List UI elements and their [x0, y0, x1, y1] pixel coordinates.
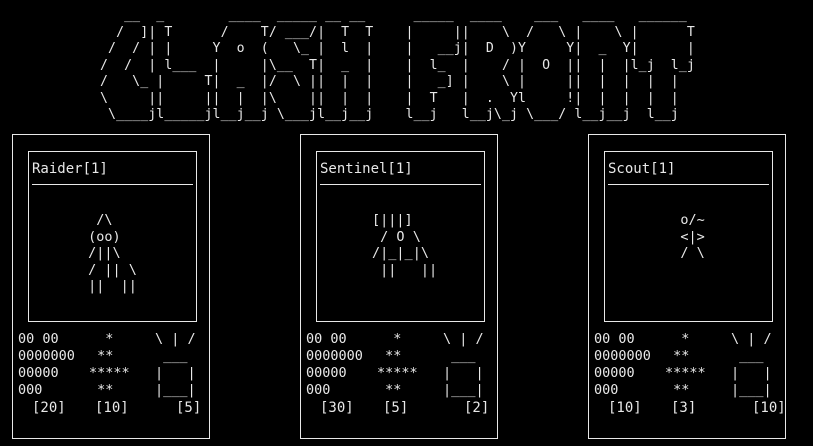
unit-name: Sentinel[1]: [320, 161, 413, 177]
unit-card-raider[interactable]: Raider[1] /\ (oo) /||\ / || \ || || 00 0…: [12, 134, 210, 439]
health-icon: 00 00 0000000 00000 000: [18, 331, 75, 398]
unit-portrait: Sentinel[1] [|||] / O \ /|_|_|\ || ||: [316, 151, 485, 322]
health-icon: 00 00 0000000 00000 000: [306, 331, 363, 398]
unit-name: Raider[1]: [32, 161, 108, 177]
shield-icon: \ | / ___ | | |___|: [155, 331, 196, 398]
unit-art: /\ (oo) /||\ / || \ || ||: [29, 212, 196, 295]
attack-value: [3]: [671, 400, 697, 416]
attack-icon: * ** ***** **: [377, 331, 418, 398]
shield-value: [5]: [176, 400, 202, 416]
clash-front-title-banner: __ _ ____ _____ __ __ _____ ____ ___ ___…: [100, 8, 695, 122]
health-icon: 00 00 0000000 00000 000: [594, 331, 651, 398]
health-value: [10]: [608, 400, 642, 416]
unit-card-sentinel[interactable]: Sentinel[1] [|||] / O \ /|_|_|\ || || 00…: [300, 134, 498, 439]
name-divider: [608, 184, 769, 185]
unit-portrait: Raider[1] /\ (oo) /||\ / || \ || ||: [28, 151, 197, 322]
attack-value: [10]: [95, 400, 129, 416]
name-divider: [32, 184, 193, 185]
shield-icon: \ | / ___ | | |___|: [443, 331, 484, 398]
attack-icon: * ** ***** **: [665, 331, 706, 398]
shield-icon: \ | / ___ | | |___|: [731, 331, 772, 398]
unit-card-scout[interactable]: Scout[1] o/~ <|> / \ 00 00 0000000 00000…: [588, 134, 786, 439]
scout-figure-icon: o/~ <|> / \: [680, 212, 705, 261]
unit-art: [|||] / O \ /|_|_|\ || ||: [317, 212, 484, 278]
shield-value: [2]: [464, 400, 490, 416]
name-divider: [320, 184, 481, 185]
raider-figure-icon: /\ (oo) /||\ / || \ || ||: [88, 212, 137, 294]
attack-icon: * ** ***** **: [89, 331, 130, 398]
sentinel-figure-icon: [|||] / O \ /|_|_|\ || ||: [372, 212, 438, 278]
shield-value: [10]: [752, 400, 786, 416]
unit-art: o/~ <|> / \: [605, 212, 772, 262]
unit-name: Scout[1]: [608, 161, 676, 177]
attack-value: [5]: [383, 400, 409, 416]
health-value: [20]: [32, 400, 66, 416]
unit-portrait: Scout[1] o/~ <|> / \: [604, 151, 773, 322]
health-value: [30]: [320, 400, 354, 416]
